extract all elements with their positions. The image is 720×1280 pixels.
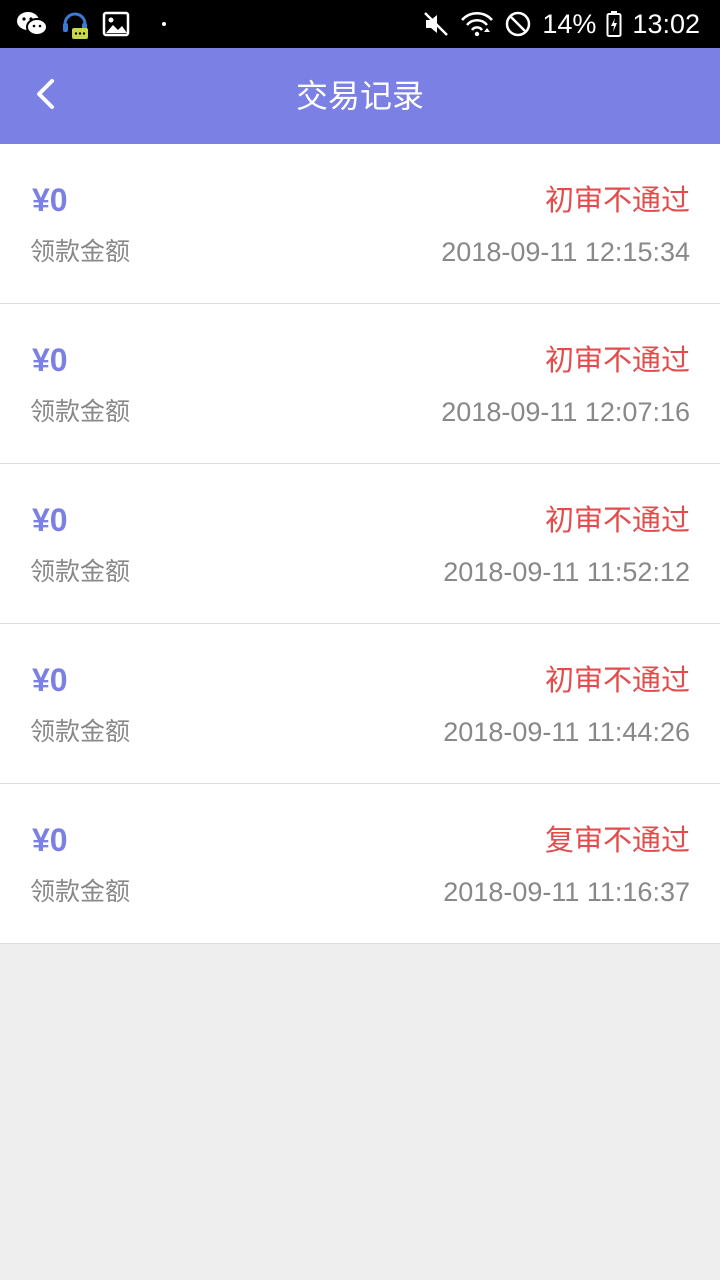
review-status: 初审不通过 bbox=[544, 503, 690, 537]
transaction-row[interactable]: ¥0 领款金额 复审不通过 2018-09-11 11:16:37 bbox=[0, 784, 720, 944]
amount-value: ¥0 bbox=[32, 182, 68, 218]
status-bar-system: 14% 13:02 bbox=[422, 0, 700, 48]
status-bar: 14% 13:02 bbox=[0, 0, 720, 48]
review-status: 复审不通过 bbox=[544, 823, 690, 857]
amount-value: ¥0 bbox=[32, 662, 68, 698]
transaction-list: ¥0 领款金额 初审不通过 2018-09-11 12:15:34 ¥0 领款金… bbox=[0, 144, 720, 944]
battery-percent: 14% bbox=[542, 9, 597, 39]
amount-label: 领款金额 bbox=[30, 877, 131, 906]
wechat-icon bbox=[16, 10, 48, 38]
headset-chat-icon bbox=[60, 8, 90, 40]
transaction-row[interactable]: ¥0 领款金额 初审不通过 2018-09-11 11:52:12 bbox=[0, 464, 720, 624]
amount-label: 领款金额 bbox=[30, 397, 131, 426]
review-status: 初审不通过 bbox=[544, 663, 690, 697]
clock: 13:02 bbox=[632, 9, 700, 39]
transaction-row[interactable]: ¥0 领款金额 初审不通过 2018-09-11 11:44:26 bbox=[0, 624, 720, 784]
transaction-time: 2018-09-11 12:07:16 bbox=[441, 397, 690, 427]
transaction-time: 2018-09-11 11:16:37 bbox=[443, 877, 690, 907]
transaction-time: 2018-09-11 11:44:26 bbox=[443, 717, 690, 747]
amount-label: 领款金额 bbox=[30, 557, 131, 586]
transaction-time: 2018-09-11 12:15:34 bbox=[441, 237, 690, 267]
battery-charging-icon bbox=[606, 10, 622, 38]
notification-dot bbox=[162, 22, 166, 26]
mute-icon bbox=[422, 10, 450, 38]
review-status: 初审不通过 bbox=[544, 183, 690, 217]
status-bar-notifications bbox=[16, 0, 166, 48]
review-status: 初审不通过 bbox=[544, 343, 690, 377]
app-header: 交易记录 bbox=[0, 48, 720, 144]
transaction-row[interactable]: ¥0 领款金额 初审不通过 2018-09-11 12:07:16 bbox=[0, 304, 720, 464]
no-signal-icon bbox=[504, 10, 532, 38]
amount-label: 领款金额 bbox=[30, 717, 131, 746]
page-title: 交易记录 bbox=[295, 77, 424, 115]
transaction-time: 2018-09-11 11:52:12 bbox=[443, 557, 690, 587]
amount-value: ¥0 bbox=[32, 342, 68, 378]
amount-value: ¥0 bbox=[32, 822, 68, 858]
transaction-row[interactable]: ¥0 领款金额 初审不通过 2018-09-11 12:15:34 bbox=[0, 144, 720, 304]
amount-value: ¥0 bbox=[32, 502, 68, 538]
gallery-icon bbox=[102, 11, 130, 37]
wifi-icon bbox=[460, 10, 494, 38]
amount-label: 领款金额 bbox=[30, 237, 131, 266]
